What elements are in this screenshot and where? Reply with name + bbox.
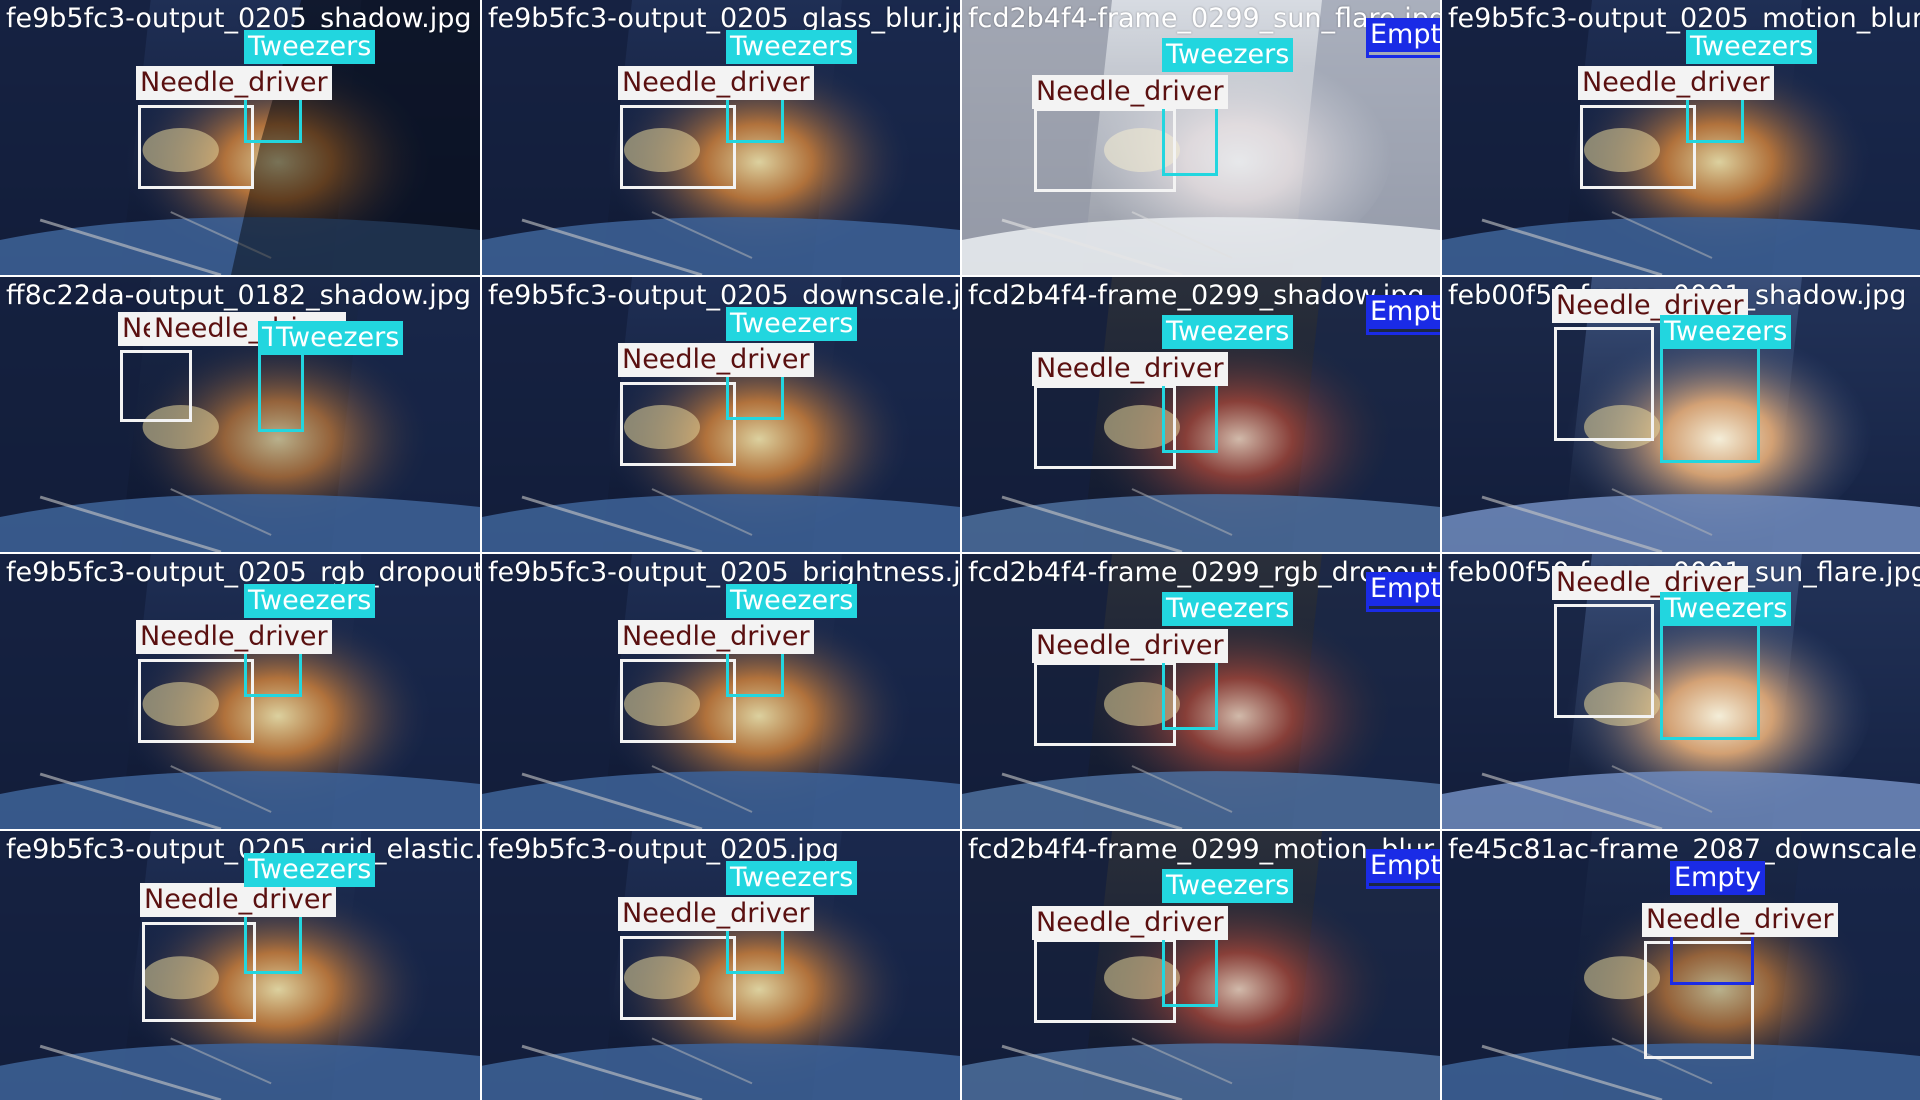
needle-driver-bounding-box — [620, 382, 736, 466]
empty-label: Empty — [1366, 849, 1440, 883]
image-tile: fcd2b4f4-frame_0299_sun_flare.jpg Needle_… — [962, 0, 1440, 275]
tweezers-label: Tweezers — [244, 853, 376, 887]
empty-label: Empty — [1670, 861, 1766, 895]
needle-driver-label: Needle_driver — [140, 883, 336, 917]
needle-driver-bounding-box — [142, 922, 256, 1022]
tweezers-label: Tweezers — [1162, 869, 1294, 903]
tweezers-label: Tweezers — [726, 861, 858, 895]
needle-driver-bounding-box — [1580, 105, 1696, 189]
tweezers-label: Tweezers — [726, 30, 858, 64]
tweezers-bounding-box — [1660, 622, 1760, 740]
needle-driver-bounding-box — [1034, 662, 1176, 746]
needle-driver-label: Needle_driver — [1642, 903, 1838, 937]
empty-label: Empty — [1366, 295, 1440, 329]
tweezers-bounding-box — [1162, 106, 1218, 176]
image-filename: fe9b5fc3-output_0205_brightness.jpg — [488, 557, 960, 588]
needle-driver-bounding-box — [138, 105, 254, 189]
tweezers-label: Tweezers — [272, 321, 404, 355]
tweezers-label: Tweezers — [1660, 592, 1792, 626]
image-tile: fe9b5fc3-output_0205_glass_blur.jpg Needl… — [482, 0, 960, 275]
needle-driver-bounding-box — [620, 105, 736, 189]
image-filename: fe9b5fc3-output_0205_shadow.jpg — [6, 3, 472, 34]
image-tile: fcd2b4f4-frame_0299_motion_blur.jpg Needl… — [962, 831, 1440, 1100]
image-filename: fe9b5fc3-output_0205_grid_elastic.jpg — [6, 834, 480, 865]
needle-driver-bounding-box — [120, 350, 192, 422]
tweezers-label: Tweezers — [244, 30, 376, 64]
needle-driver-label: Needle_driver — [1032, 629, 1228, 663]
image-tile: feb00f50-frame_0001_shadow.jpgNeedle_dri… — [1442, 277, 1920, 552]
image-grid: fe9b5fc3-output_0205_shadow.jpg Needle_dr… — [0, 0, 1920, 1100]
tweezers-bounding-box — [1162, 383, 1218, 453]
needle-driver-bounding-box — [1554, 604, 1654, 718]
image-tile: fe9b5fc3-output_0205_motion_blur Needle_d… — [1442, 0, 1920, 275]
tweezers-label: Tweezers — [1162, 592, 1294, 626]
image-tile: feb00f50-frame_0001_sun_flare.jpgNeedle_… — [1442, 554, 1920, 829]
needle-driver-label: Needle_driver — [1032, 352, 1228, 386]
needle-driver-bounding-box — [1034, 108, 1176, 192]
empty-label: Empty — [1366, 572, 1440, 606]
tweezers-bounding-box — [1660, 345, 1760, 463]
tweezers-label: Tweezers — [726, 307, 858, 341]
needle-driver-label: Needle_driver — [1032, 75, 1228, 109]
needle-driver-label: Needle_driver — [136, 620, 332, 654]
needle-driver-label: Needle_driver — [618, 66, 814, 100]
needle-driver-bounding-box — [620, 659, 736, 743]
image-tile: fe9b5fc3-output_0205_brightness.jpg Needl… — [482, 554, 960, 829]
needle-driver-label: Needle_driver — [618, 620, 814, 654]
image-filename: fe9b5fc3-output_0205_downscale.jpg — [488, 280, 960, 311]
image-filename: fe9b5fc3-output_0205_glass_blur.jpg — [488, 3, 960, 34]
needle-driver-bounding-box — [620, 936, 736, 1020]
needle-driver-bounding-box — [1554, 327, 1654, 441]
image-tile: fe9b5fc3-output_0205_rgb_dropout.jpg Need… — [0, 554, 480, 829]
image-filename: fe9b5fc3-output_0205_rgb_dropout.jpg — [6, 557, 480, 588]
image-tile: fe9b5fc3-output_0205.jpg Needle_driver Twe… — [482, 831, 960, 1100]
tweezers-label: Tweezers — [1660, 315, 1792, 349]
needle-driver-bounding-box — [138, 659, 254, 743]
tweezers-label: Tweezers — [1162, 315, 1294, 349]
needle-driver-label: Needle_driver — [618, 343, 814, 377]
tweezers-bounding-box — [258, 352, 304, 432]
needle-driver-label: Needle_driver — [1032, 906, 1228, 940]
empty-label: Empty — [1366, 18, 1440, 52]
image-tile: fcd2b4f4-frame_0299_shadow.jpg Needle_dri… — [962, 277, 1440, 552]
image-filename: ff8c22da-output_0182_shadow.jpg — [6, 280, 472, 311]
tweezers-bounding-box — [1162, 660, 1218, 730]
tweezers-label: Tweezers — [1686, 30, 1818, 64]
needle-driver-bounding-box — [1034, 385, 1176, 469]
image-tile: fe9b5fc3-output_0205_downscale.jpg Needle… — [482, 277, 960, 552]
image-tile: ff8c22da-output_0182_shadow.jpg Needle_dr… — [0, 277, 480, 552]
needle-driver-bounding-box — [1034, 939, 1176, 1023]
tweezers-bounding-box — [1162, 937, 1218, 1007]
image-tile: fe9b5fc3-output_0205_grid_elastic.jpg Nee… — [0, 831, 480, 1100]
needle-driver-label: Needle_driver — [618, 897, 814, 931]
needle-driver-label: Needle_driver — [136, 66, 332, 100]
image-tile: fcd2b4f4-frame_0299_rgb_dropout.jpg Needl… — [962, 554, 1440, 829]
image-tile: fe9b5fc3-output_0205_shadow.jpg Needle_dr… — [0, 0, 480, 275]
image-tile: fe45c81ac-frame_2087_downscale.jpg Needle… — [1442, 831, 1920, 1100]
needle-driver-label: Needle_driver — [1578, 66, 1774, 100]
image-filename: fe9b5fc3-output_0205_motion_blur — [1448, 3, 1920, 34]
tweezers-label: Tweezers — [1162, 38, 1294, 72]
tweezers-label: Tweezers — [726, 584, 858, 618]
image-filename: fcd2b4f4-frame_0299_shadow.jpg — [968, 280, 1425, 311]
tweezers-label: Tweezers — [244, 584, 376, 618]
